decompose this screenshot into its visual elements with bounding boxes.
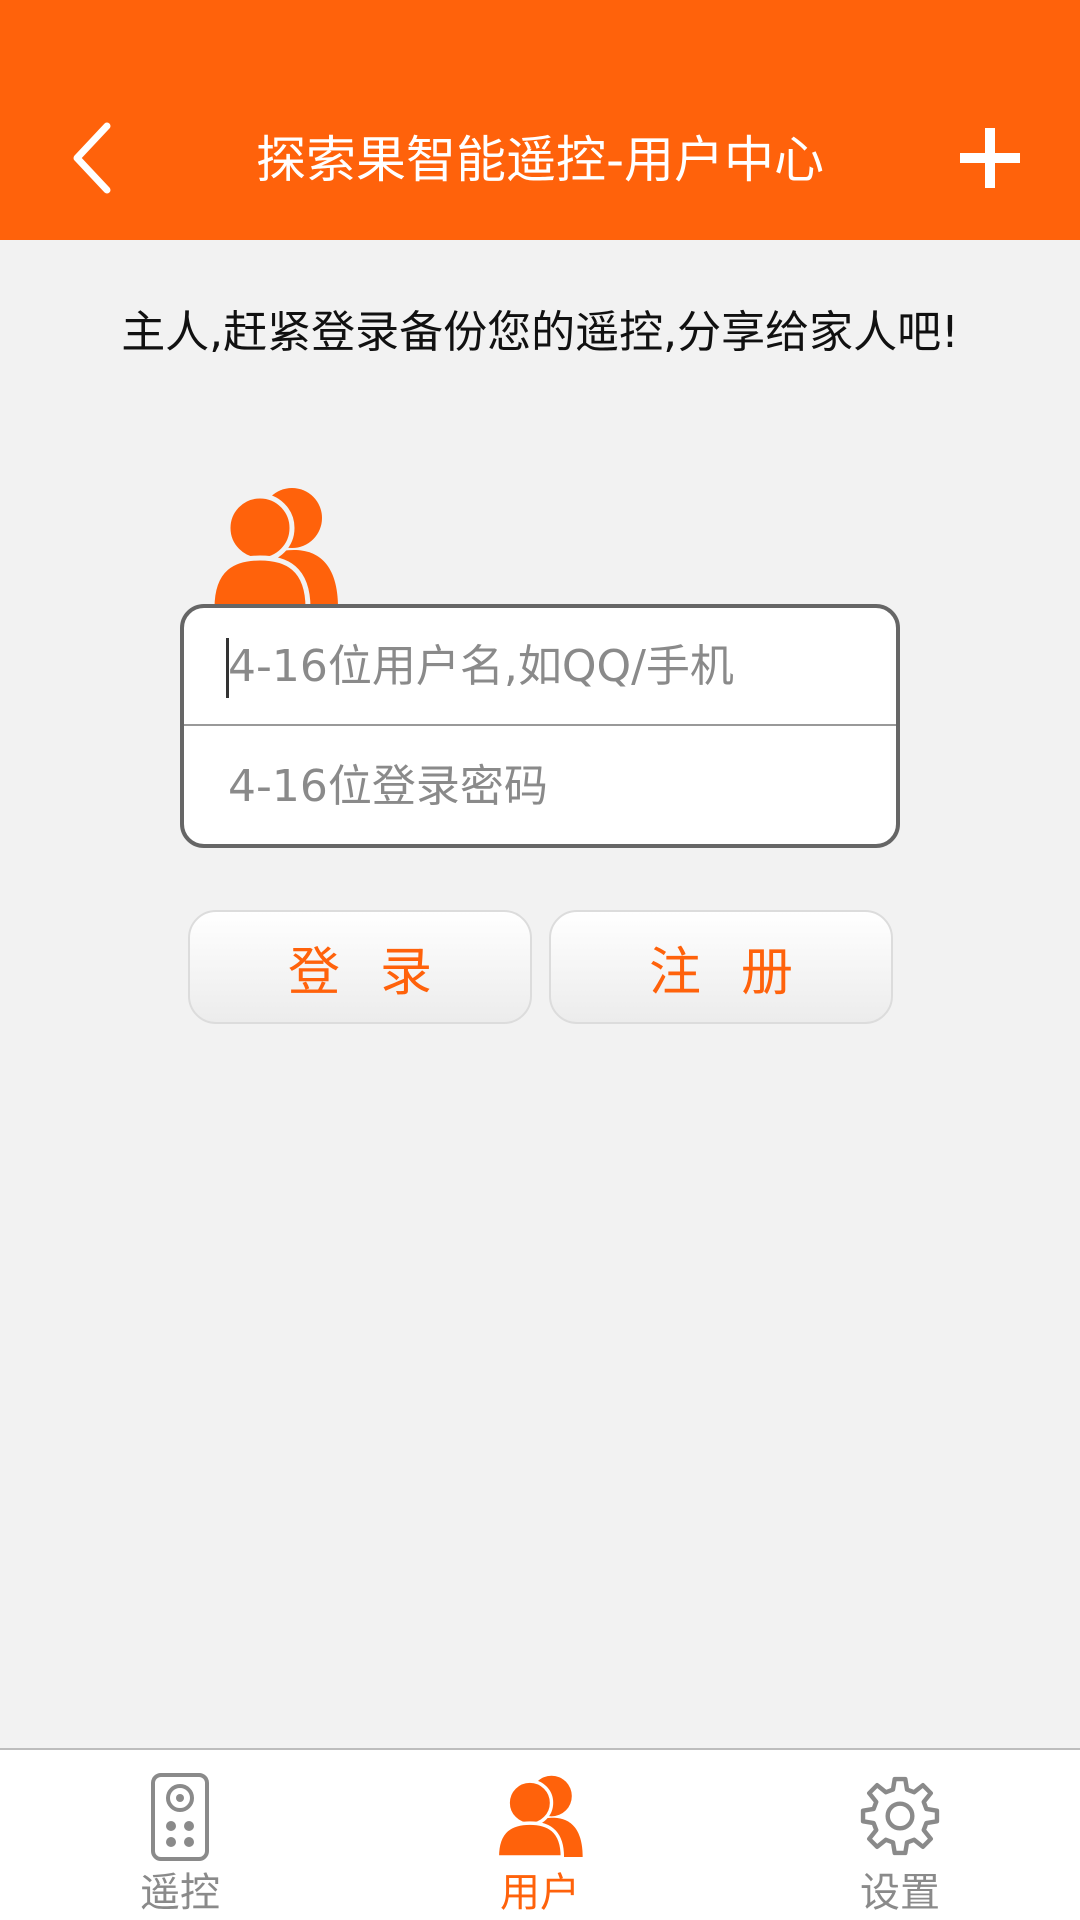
chevron-left-icon — [73, 122, 111, 194]
remote-control-icon — [151, 1773, 209, 1861]
back-button[interactable] — [56, 118, 126, 198]
tab-settings[interactable]: 设置 — [720, 1750, 1080, 1920]
tab-user-label: 用户 — [500, 1870, 580, 1916]
plus-icon — [960, 128, 1020, 188]
text-cursor — [226, 638, 229, 698]
tab-remote[interactable]: 遥控 — [0, 1750, 360, 1920]
register-button[interactable]: 注册 — [549, 910, 893, 1024]
users-icon — [210, 488, 338, 608]
password-field-row — [184, 727, 896, 844]
tab-remote-label: 遥控 — [140, 1870, 220, 1916]
header-bar: 探索果智能遥控-用户中心 — [0, 0, 1080, 240]
bottom-tab-bar: 遥控 用户 设置 — [0, 1748, 1080, 1920]
tab-user[interactable]: 用户 — [360, 1750, 720, 1920]
add-button[interactable] — [952, 120, 1028, 196]
login-prompt-text: 主人,赶紧登录备份您的遥控,分享给家人吧! — [121, 307, 959, 358]
username-input[interactable] — [228, 640, 848, 692]
tab-settings-label: 设置 — [860, 1870, 940, 1916]
page-title: 探索果智能遥控-用户中心 — [255, 131, 825, 189]
login-form — [180, 604, 900, 848]
password-input[interactable] — [228, 760, 848, 812]
gear-icon — [860, 1776, 940, 1856]
username-field-row — [184, 608, 896, 726]
login-button[interactable]: 登录 — [188, 910, 532, 1024]
users-icon — [496, 1775, 583, 1858]
